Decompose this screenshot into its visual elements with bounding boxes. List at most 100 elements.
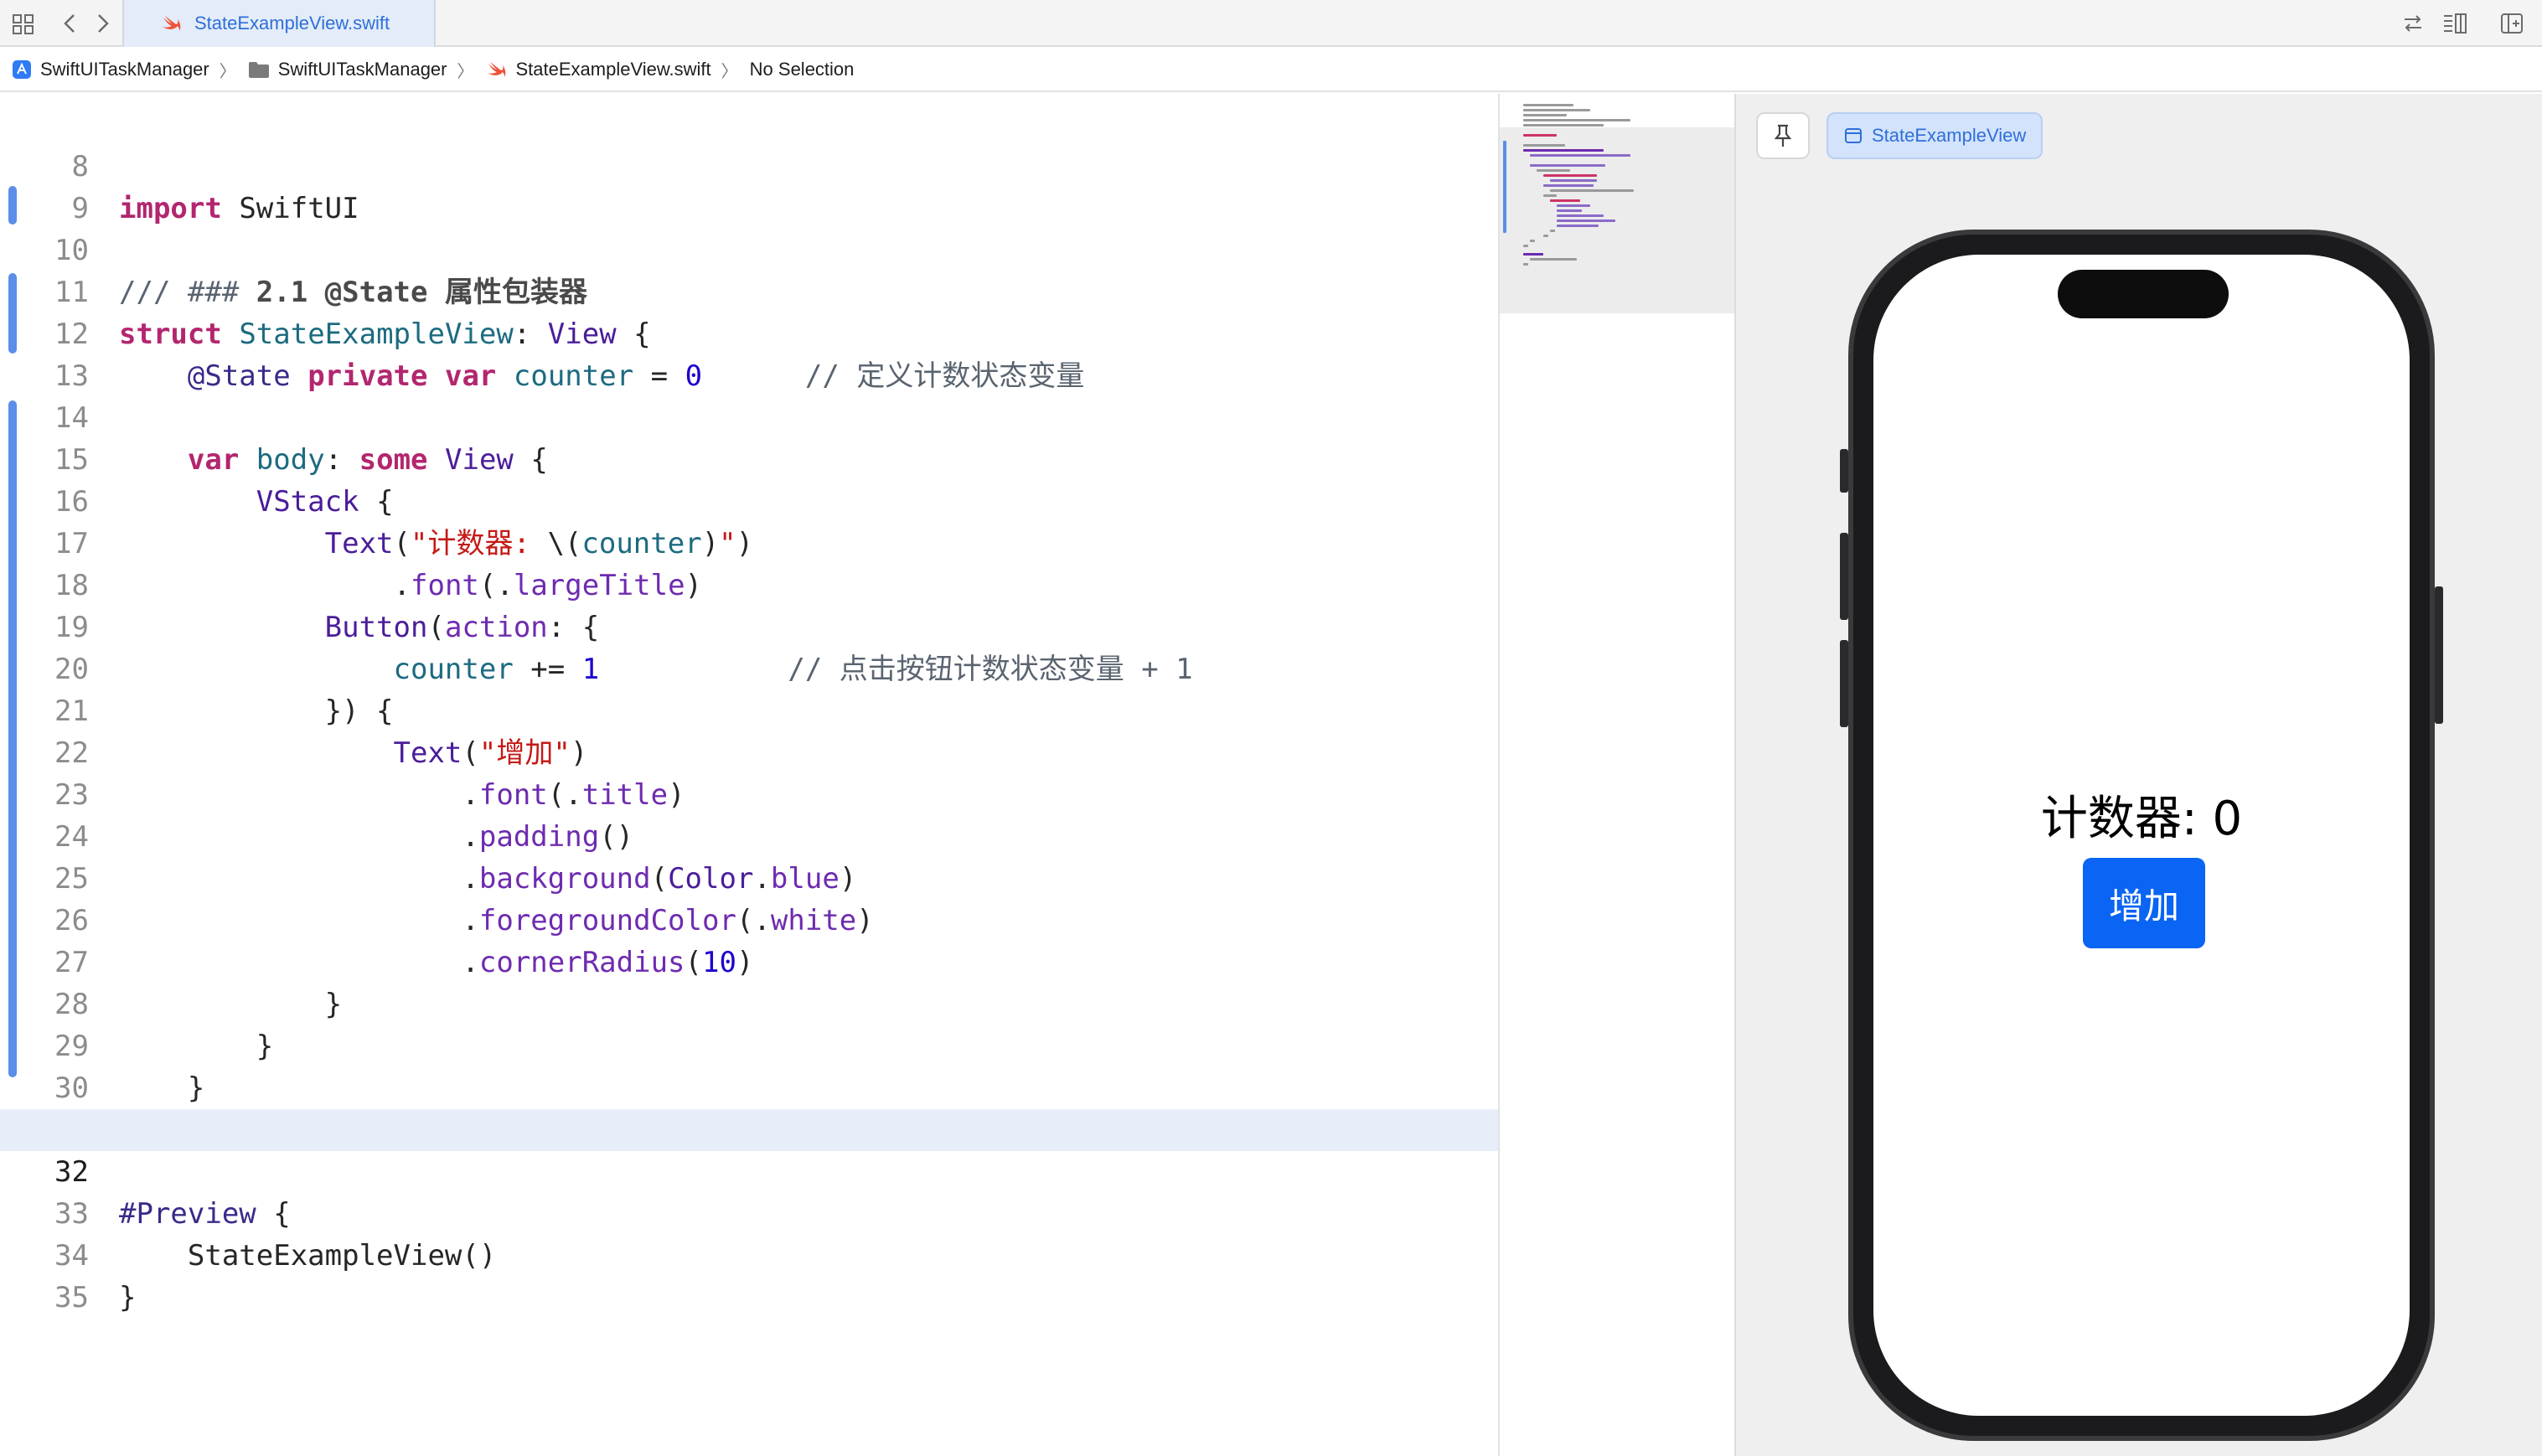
minimap-line bbox=[1530, 240, 1535, 242]
code-line[interactable]: 8 import SwiftUI bbox=[0, 104, 1498, 225]
minimap-line bbox=[1537, 169, 1570, 172]
code-line[interactable]: 27 } bbox=[0, 900, 1498, 1021]
tab-label: StateExampleView.swift bbox=[194, 13, 390, 34]
minimap-line bbox=[1530, 258, 1577, 261]
code-line[interactable]: 21 Text("增加") bbox=[0, 648, 1498, 770]
code-line[interactable]: 29 } bbox=[0, 984, 1498, 1105]
minimap-line bbox=[1550, 199, 1580, 202]
minimap-line bbox=[1523, 104, 1573, 106]
code-line[interactable]: 12 @State private var counter = 0 // 定义计… bbox=[0, 271, 1498, 393]
side-power-button bbox=[2435, 586, 2443, 724]
minimap-line bbox=[1557, 214, 1604, 217]
breadcrumb: SwiftUITaskManager 〉 SwiftUITaskManager … bbox=[0, 49, 2542, 92]
breadcrumb-separator-icon: 〉 bbox=[219, 62, 236, 81]
breadcrumb-project-label: SwiftUITaskManager bbox=[40, 59, 209, 80]
counter-label: 计数器: 0 bbox=[2040, 792, 2243, 846]
minimap-line bbox=[1550, 179, 1597, 182]
minimap-line bbox=[1543, 194, 1557, 197]
preview-selector-chip[interactable]: StateExampleView bbox=[1826, 112, 2043, 159]
minimap-line bbox=[1523, 149, 1604, 152]
code-line[interactable]: 14 var body: some View { bbox=[0, 355, 1498, 477]
line-number: 35 bbox=[54, 1281, 89, 1314]
breadcrumb-symbol[interactable]: No Selection bbox=[750, 59, 855, 80]
code-line[interactable]: 15 VStack { bbox=[0, 397, 1498, 519]
minimap-line bbox=[1523, 253, 1543, 256]
grid-icon[interactable] bbox=[8, 8, 39, 39]
swap-arrows-icon[interactable] bbox=[2398, 8, 2428, 39]
breadcrumb-folder[interactable]: SwiftUITaskManager bbox=[248, 59, 447, 80]
minimap-line bbox=[1557, 204, 1590, 207]
minimap-line bbox=[1523, 263, 1528, 266]
code-line[interactable]: 11 struct StateExampleView: View { bbox=[0, 230, 1498, 351]
editor-options-icon[interactable] bbox=[2440, 8, 2470, 39]
action-button bbox=[1840, 449, 1848, 493]
code-line[interactable]: 22 .font(.title) bbox=[0, 690, 1498, 812]
code-line-current[interactable]: 32 #Preview { bbox=[0, 1109, 1498, 1231]
minimap-line bbox=[1530, 164, 1605, 167]
code-line[interactable]: 16 Text("计数器: \(counter)") bbox=[0, 439, 1498, 560]
code-line[interactable]: 17 .font(.largeTitle) bbox=[0, 481, 1498, 602]
swift-icon bbox=[163, 16, 181, 32]
dynamic-island bbox=[2058, 270, 2229, 318]
code-line[interactable]: 33 StateExampleView() bbox=[0, 1151, 1498, 1273]
pin-icon bbox=[1774, 124, 1792, 147]
breadcrumb-file-label: StateExampleView.swift bbox=[515, 59, 711, 80]
minimap-line bbox=[1530, 154, 1630, 157]
minimap[interactable] bbox=[1498, 94, 1736, 1456]
preview-canvas[interactable]: StateExampleView 计数器: 0 增加 bbox=[1734, 94, 2542, 1456]
increment-button[interactable]: 增加 bbox=[2083, 858, 2205, 948]
pin-preview-button[interactable] bbox=[1756, 112, 1810, 159]
code-line[interactable]: 18 Button(action: { bbox=[0, 523, 1498, 644]
minimap-line bbox=[1557, 219, 1615, 222]
tab-bar: StateExampleView.swift bbox=[0, 0, 2542, 47]
volume-up-button bbox=[1840, 533, 1848, 620]
chevron-right-icon[interactable] bbox=[87, 8, 117, 39]
code-line[interactable]: 30 } bbox=[0, 1025, 1498, 1147]
minimap-line bbox=[1543, 235, 1548, 237]
code-line[interactable]: 13 bbox=[0, 313, 1498, 393]
minimap-line bbox=[1557, 209, 1582, 212]
minimap-line bbox=[1543, 184, 1594, 187]
preview-chip-label: StateExampleView bbox=[1872, 125, 2027, 146]
code-line[interactable]: 25 .foregroundColor(.white) bbox=[0, 816, 1498, 937]
chevron-left-icon[interactable] bbox=[55, 8, 85, 39]
code-line[interactable]: 31 bbox=[0, 1067, 1498, 1147]
code-line[interactable]: 10 /// ### 2.1 @State 属性包装器 bbox=[0, 188, 1498, 309]
minimap-line bbox=[1557, 225, 1599, 227]
device-screen: 计数器: 0 增加 bbox=[1873, 255, 2410, 1416]
breadcrumb-project[interactable]: SwiftUITaskManager bbox=[12, 59, 209, 80]
minimap-line bbox=[1523, 119, 1630, 121]
minimap-line bbox=[1523, 109, 1590, 111]
token-punct: } bbox=[119, 1281, 137, 1314]
breadcrumb-separator-icon: 〉 bbox=[457, 62, 474, 81]
code-editor[interactable]: 8 import SwiftUI 9 10 /// ### 2.1 @State… bbox=[0, 94, 1498, 1456]
tab-state-example-view[interactable]: StateExampleView.swift bbox=[122, 0, 436, 47]
add-editor-icon[interactable] bbox=[2497, 8, 2527, 39]
volume-down-button bbox=[1840, 640, 1848, 727]
code-line[interactable]: 19 counter += 1 // 点击按钮计数状态变量 + 1 bbox=[0, 565, 1498, 686]
code-line[interactable]: 28 } bbox=[0, 942, 1498, 1063]
code-line[interactable]: 35 bbox=[0, 1235, 1498, 1314]
code-line[interactable]: 23 .padding() bbox=[0, 732, 1498, 854]
code-line[interactable]: 9 bbox=[0, 146, 1498, 225]
iphone-device-frame: 计数器: 0 增加 bbox=[1840, 230, 2443, 1441]
minimap-line bbox=[1550, 189, 1634, 192]
minimap-line bbox=[1523, 124, 1604, 126]
breadcrumb-file[interactable]: StateExampleView.swift bbox=[486, 59, 711, 80]
code-line[interactable]: 34 } bbox=[0, 1193, 1498, 1314]
minimap-change-indicator bbox=[1503, 141, 1506, 233]
breadcrumb-folder-label: SwiftUITaskManager bbox=[277, 59, 447, 80]
preview-view-icon bbox=[1845, 128, 1862, 143]
minimap-line bbox=[1523, 245, 1528, 247]
code-line[interactable]: 26 .cornerRadius(10) bbox=[0, 858, 1498, 979]
app-project-icon bbox=[13, 60, 31, 79]
minimap-line bbox=[1523, 114, 1567, 116]
swift-icon bbox=[487, 62, 505, 78]
minimap-line bbox=[1523, 134, 1557, 137]
code-line[interactable]: 24 .background(Color.blue) bbox=[0, 774, 1498, 896]
folder-icon bbox=[248, 62, 269, 78]
breadcrumb-separator-icon: 〉 bbox=[721, 62, 738, 81]
breadcrumb-symbol-label: No Selection bbox=[749, 59, 855, 80]
code-line[interactable]: 20 }) { bbox=[0, 607, 1498, 728]
minimap-line bbox=[1523, 144, 1565, 147]
